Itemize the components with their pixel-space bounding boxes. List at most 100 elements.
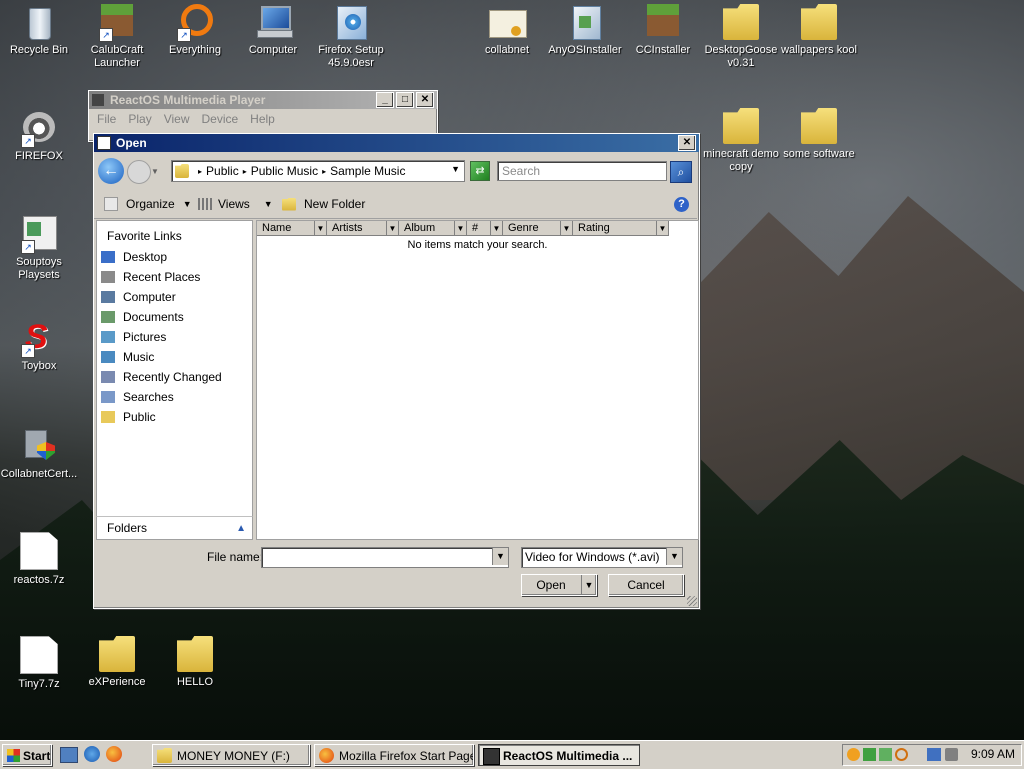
desktop-icon-experience[interactable]: eXPerience	[78, 636, 156, 689]
favorite-link-documents[interactable]: Documents	[97, 307, 252, 327]
column-filter-dropdown-icon[interactable]: ▼	[490, 221, 502, 235]
column-filter-dropdown-icon[interactable]: ▼	[386, 221, 398, 235]
views-icon	[198, 198, 212, 210]
start-button[interactable]: Start	[2, 744, 52, 766]
column-header-name[interactable]: Name ▼	[257, 221, 327, 236]
help-icon[interactable]: ?	[674, 197, 689, 212]
favorite-link-public[interactable]: Public	[97, 407, 252, 427]
file-type-dropdown-icon[interactable]: ▼	[666, 548, 682, 565]
favorite-link-recently-changed[interactable]: Recently Changed	[97, 367, 252, 387]
close-button[interactable]: ✕	[678, 135, 696, 151]
desktop-icon-firefox[interactable]: ↗ FIREFOX	[0, 110, 78, 163]
menu-device[interactable]: Device	[201, 112, 238, 126]
forward-arrow-icon[interactable]	[127, 160, 151, 184]
desktop-icon-anyosinstaller[interactable]: AnyOSInstaller	[546, 4, 624, 57]
desktop-icon-recycle-bin[interactable]: Recycle Bin	[0, 4, 78, 57]
desktop-icon-reactos-7z[interactable]: reactos.7z	[0, 532, 78, 587]
menu-view[interactable]: View	[164, 112, 190, 126]
breadcrumb-sample-music[interactable]: Sample Music	[330, 164, 405, 178]
desktop-icon-minecraft-demo[interactable]: minecraft demo copy	[702, 108, 780, 174]
folder-icon	[175, 164, 189, 178]
tray-app-icon[interactable]	[879, 748, 892, 761]
breadcrumb-public-music[interactable]: Public Music	[251, 164, 318, 178]
file-name-dropdown-icon[interactable]: ▼	[492, 548, 508, 565]
favorite-link-label: Computer	[123, 290, 176, 304]
resize-grip-icon[interactable]	[687, 596, 697, 606]
tray-app-icon[interactable]	[863, 748, 876, 761]
desktop-icon-toybox[interactable]: S ↗ Toybox	[0, 320, 78, 373]
minimize-button[interactable]: _	[376, 92, 394, 108]
player-titlebar[interactable]: ReactOS Multimedia Player _ □ ✕	[89, 91, 437, 109]
cancel-button[interactable]: Cancel	[608, 574, 684, 596]
column-filter-dropdown-icon[interactable]: ▼	[314, 221, 326, 235]
favorite-link-pictures[interactable]: Pictures	[97, 327, 252, 347]
file-type-select[interactable]: Video for Windows (*.avi) ▼	[521, 547, 683, 568]
network-icon[interactable]	[927, 748, 941, 761]
column-header-artists[interactable]: Artists ▼	[327, 221, 399, 236]
menu-file[interactable]: File	[97, 112, 116, 126]
desktop-icon-some-software[interactable]: some software	[780, 108, 858, 161]
file-list[interactable]: Name ▼ Artists ▼ Album ▼ # ▼ Genre ▼ Rating ▼ No it…	[256, 220, 699, 540]
search-icon[interactable]: ⌕	[670, 161, 692, 183]
close-button[interactable]: ✕	[416, 92, 434, 108]
desktop-icon-wallpapers[interactable]: wallpapers kool	[780, 4, 858, 57]
open-dialog[interactable]: Open ✕ ← ▼ ▸ Public ▸ Public Music ▸ Sam…	[93, 133, 700, 609]
desktop-icon-label: HELLO	[176, 676, 214, 688]
column-header-number[interactable]: # ▼	[467, 221, 503, 236]
breadcrumb-public[interactable]: Public	[206, 164, 239, 178]
menu-play[interactable]: Play	[128, 112, 151, 126]
address-dropdown-icon[interactable]: ▼	[451, 164, 460, 174]
dialog-titlebar[interactable]: Open ✕	[94, 134, 699, 152]
desktop-icon	[101, 251, 115, 263]
file-name-input[interactable]: ▼	[261, 547, 509, 568]
column-header-rating[interactable]: Rating ▼	[573, 221, 669, 236]
desktop-icon-calubcraft[interactable]: ↗ CalubCraft Launcher	[78, 4, 156, 70]
favorite-link-music[interactable]: Music	[97, 347, 252, 367]
internet-explorer-icon[interactable]	[84, 746, 100, 762]
desktop-icon-everything[interactable]: ↗ Everything	[156, 4, 234, 57]
address-bar[interactable]: ▸ Public ▸ Public Music ▸ Sample Music ▼	[171, 160, 465, 182]
desktop-icon-hello[interactable]: HELLO	[156, 636, 234, 689]
folders-toggle[interactable]: Folders ▲	[96, 516, 253, 540]
desktop-icon-collabnetcert[interactable]: CollabnetCert...	[0, 428, 78, 481]
refresh-icon[interactable]: ⇄	[470, 161, 490, 181]
shield-icon	[21, 428, 57, 464]
desktop-icon-tiny7-7z[interactable]: Tiny7.7z	[0, 636, 78, 691]
maximize-button[interactable]: □	[396, 92, 414, 108]
firefox-icon[interactable]	[106, 746, 122, 762]
desktop-icon-collabnet[interactable]: collabnet	[468, 4, 546, 57]
back-arrow-icon[interactable]: ←	[98, 158, 124, 184]
favorite-link-recent-places[interactable]: Recent Places	[97, 267, 252, 287]
organize-button[interactable]: Organize ▼	[104, 197, 192, 211]
column-header-genre[interactable]: Genre ▼	[503, 221, 573, 236]
column-header-album[interactable]: Album ▼	[399, 221, 467, 236]
tray-app-icon[interactable]	[847, 748, 860, 761]
desktop-icon-ccinstaller[interactable]: CCInstaller	[624, 4, 702, 57]
taskbar-item-money-money[interactable]: MONEY MONEY (F:)	[152, 744, 310, 766]
favorite-link-desktop[interactable]: Desktop	[97, 247, 252, 267]
desktop-icon-desktopgoose[interactable]: DesktopGoose v0.31	[702, 4, 780, 70]
taskbar-item-firefox[interactable]: Mozilla Firefox Start Page ...	[314, 744, 474, 766]
volume-icon[interactable]	[945, 748, 958, 761]
column-filter-dropdown-icon[interactable]: ▼	[656, 221, 668, 235]
new-folder-button[interactable]: New Folder	[282, 197, 365, 211]
menu-help[interactable]: Help	[250, 112, 275, 126]
open-button[interactable]: Open ▼	[521, 574, 597, 596]
file-name-label: File name:	[207, 550, 264, 564]
open-dropdown-icon[interactable]: ▼	[581, 575, 596, 595]
folder-icon	[99, 636, 135, 672]
multimedia-player-icon	[483, 748, 500, 765]
column-filter-dropdown-icon[interactable]: ▼	[560, 221, 572, 235]
tray-search-icon[interactable]	[895, 748, 908, 761]
desktop-icon-computer[interactable]: Computer	[234, 4, 312, 57]
desktop-icon-firefox-setup[interactable]: Firefox Setup 45.9.0esr	[312, 4, 390, 70]
favorite-link-searches[interactable]: Searches	[97, 387, 252, 407]
desktop-icon-souptoys[interactable]: ↗ Souptoys Playsets	[0, 216, 78, 282]
search-input[interactable]: Search	[497, 161, 667, 181]
show-desktop-icon[interactable]	[60, 747, 78, 763]
taskbar-item-multimedia-player[interactable]: ReactOS Multimedia ...	[478, 744, 640, 766]
history-dropdown-icon[interactable]: ▼	[151, 167, 159, 176]
favorite-link-computer[interactable]: Computer	[97, 287, 252, 307]
views-button[interactable]: Views ▼	[198, 197, 273, 211]
column-filter-dropdown-icon[interactable]: ▼	[454, 221, 466, 235]
